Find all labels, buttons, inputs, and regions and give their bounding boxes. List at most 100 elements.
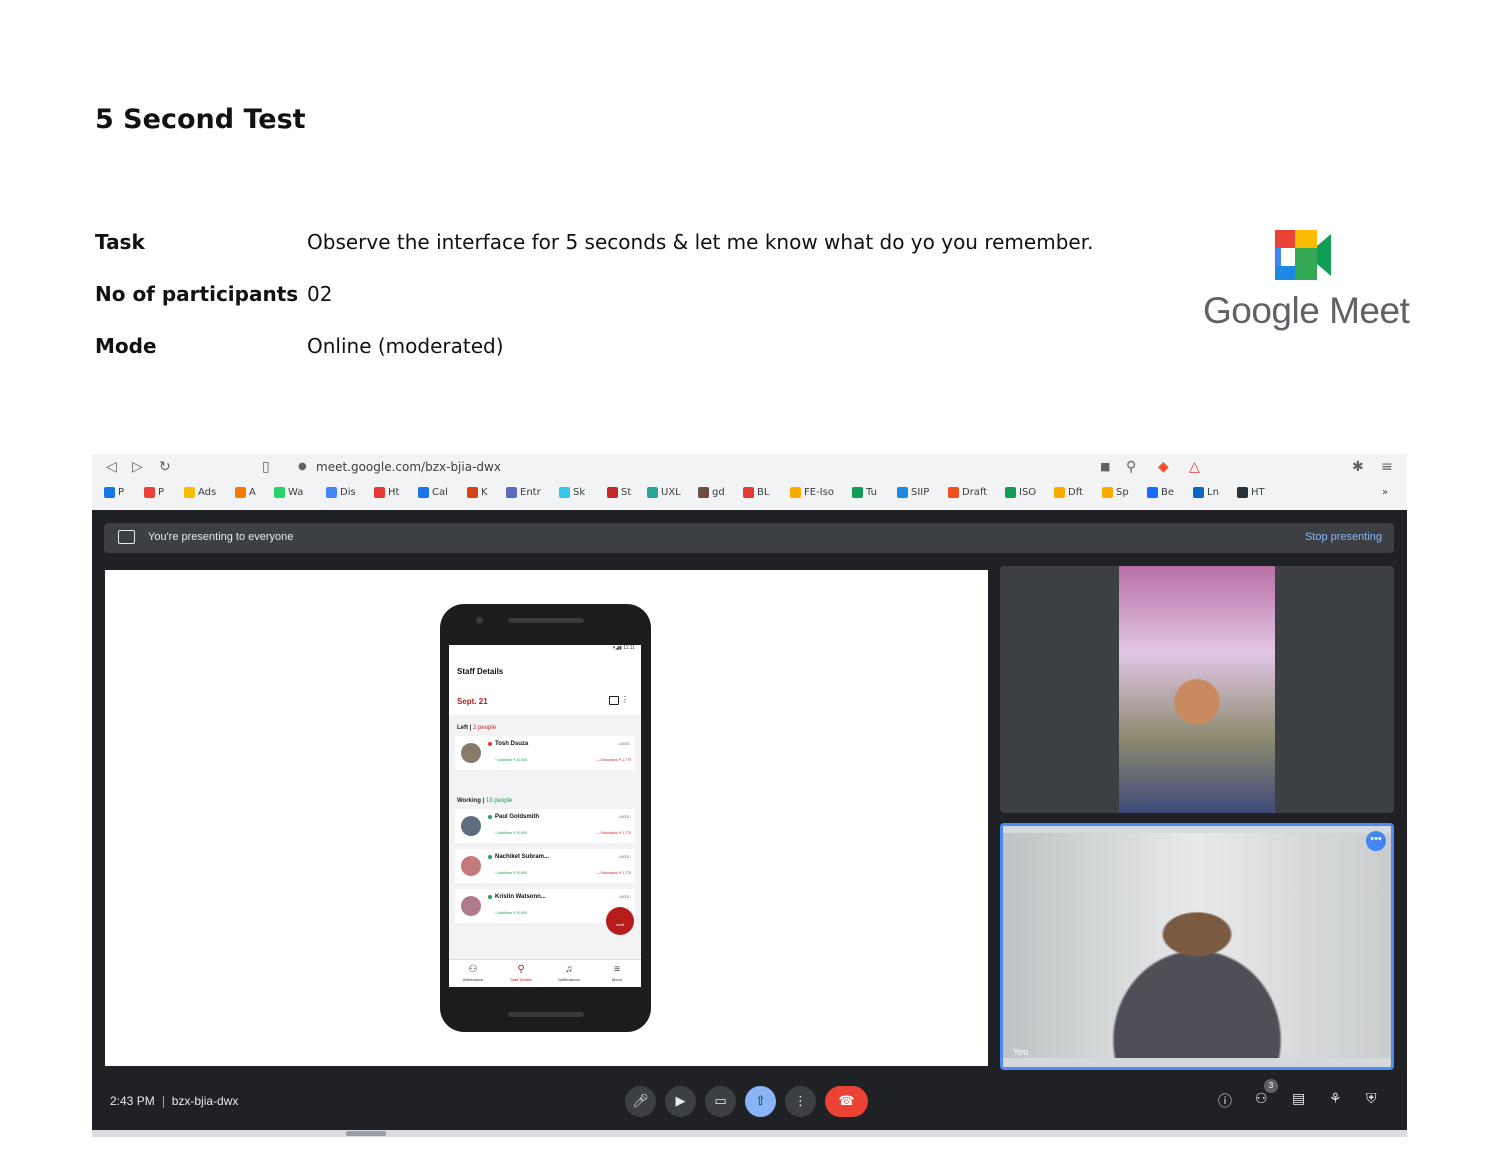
bookmarks-bar: P P Ads A Wa Dis Ht Cal K Entr Sk St UXL gd BL FE-Iso Tu… xyxy=(92,484,1407,506)
mic-button[interactable]: 🎤︎ xyxy=(625,1086,656,1117)
bookmark-item[interactable]: P xyxy=(104,487,124,498)
captions-button[interactable]: ▭ xyxy=(705,1086,736,1117)
deductions: — Deductions ₹ 1,775 xyxy=(596,831,631,835)
staff-name: Paul Goldsmith xyxy=(495,814,540,820)
more-options-button[interactable]: ⋮ xyxy=(785,1086,816,1117)
scrollbar-thumb[interactable] xyxy=(346,1131,386,1136)
reload-icon[interactable]: ↻ xyxy=(159,459,171,475)
bookmark-icon[interactable]: ▯ xyxy=(262,459,270,475)
bookmark-item[interactable]: Entr xyxy=(506,487,541,498)
chat-icon[interactable]: ▤ xyxy=(1292,1091,1305,1107)
bookmark-item[interactable]: St xyxy=(607,487,631,498)
status-dot xyxy=(488,855,492,859)
meet-camera-icon xyxy=(1275,230,1331,280)
bookmark-favicon-icon xyxy=(235,487,246,498)
more-vert-icon[interactable]: ⋮ xyxy=(621,695,629,704)
address-bar[interactable]: meet.google.com/bzx-bjia-dwx xyxy=(316,460,501,474)
more-options-icon[interactable]: ••• xyxy=(1366,831,1386,851)
bookmark-item[interactable]: A xyxy=(235,487,256,498)
tab-staff-details[interactable]: ⚲ Staff Details xyxy=(497,963,545,982)
tab-attendance[interactable]: ⚇ Attendance xyxy=(449,963,497,982)
staff-card[interactable]: Tosh Dsuza 10001 + Additions ₹ 20,000 — … xyxy=(455,736,635,770)
bookmark-label: Draft xyxy=(962,487,988,498)
self-tile[interactable]: ••• You xyxy=(1000,823,1394,1070)
staff-id: 10001 xyxy=(618,741,630,746)
participant-tile[interactable] xyxy=(1000,566,1394,813)
activities-icon[interactable]: ⚘ xyxy=(1329,1091,1342,1107)
bookmark-item[interactable]: ISO xyxy=(1005,487,1036,498)
presenting-text: You're presenting to everyone xyxy=(148,531,294,543)
present-button[interactable]: ⇧ xyxy=(745,1086,776,1117)
bookmark-favicon-icon xyxy=(467,487,478,498)
zoom-icon[interactable]: ⚲ xyxy=(1126,459,1136,475)
bookmark-item[interactable]: BL xyxy=(743,487,769,498)
app-date[interactable]: Sept. 21 xyxy=(457,697,488,706)
bookmark-item[interactable]: Be xyxy=(1147,487,1174,498)
bookmark-label: P xyxy=(118,487,125,498)
bookmark-item[interactable]: HT xyxy=(1237,487,1265,498)
left-label: Left | xyxy=(457,725,472,731)
bookmark-label: Sk xyxy=(573,487,586,498)
bookmark-item[interactable]: Ln xyxy=(1193,487,1219,498)
avatar xyxy=(461,856,481,876)
bookmark-item[interactable]: UXL xyxy=(647,487,681,498)
bookmark-favicon-icon xyxy=(418,487,429,498)
end-call-button[interactable]: ☎ xyxy=(825,1086,868,1117)
bookmark-label: Entr xyxy=(520,487,541,498)
brave-rewards-icon[interactable]: △ xyxy=(1189,459,1200,475)
bookmark-item[interactable]: Wa xyxy=(274,487,303,498)
bookmark-item[interactable]: Sp xyxy=(1102,487,1129,498)
bookmark-item[interactable]: P xyxy=(144,487,164,498)
tab-notifications[interactable]: ♫ Notifications xyxy=(545,963,593,982)
bookmark-item[interactable]: Dis xyxy=(326,487,356,498)
brave-shield-icon[interactable]: ◆ xyxy=(1158,459,1169,475)
avatar xyxy=(461,743,481,763)
person-add-icon: ⚲ xyxy=(517,964,525,975)
deductions: — Deductions ₹ 1,775 xyxy=(596,758,631,762)
bookmark-item[interactable]: gd xyxy=(698,487,725,498)
people-icon[interactable]: ⚇ xyxy=(1255,1091,1268,1107)
tab-menu[interactable]: ≡ Menu xyxy=(593,963,641,982)
forward-icon[interactable]: ▷ xyxy=(132,459,143,475)
bookmark-item[interactable]: Draft xyxy=(948,487,987,498)
staff-card[interactable]: Paul Goldsmith 10001 + Additions ₹ 20,00… xyxy=(455,809,635,843)
horizontal-scrollbar[interactable] xyxy=(92,1130,1407,1137)
participant-video xyxy=(1119,566,1275,813)
bookmark-item[interactable]: Dft xyxy=(1054,487,1083,498)
bookmark-item[interactable]: SIIP xyxy=(897,487,929,498)
info-icon[interactable]: ⓘ xyxy=(1218,1091,1232,1111)
extensions-icon[interactable]: ✱ xyxy=(1352,459,1364,475)
camera-button[interactable]: ▶ xyxy=(665,1086,696,1117)
bookmark-item[interactable]: Ads xyxy=(184,487,216,498)
bookmark-label: Ln xyxy=(1207,487,1219,498)
calendar-icon[interactable] xyxy=(609,696,619,705)
status-dot xyxy=(488,895,492,899)
working-label: Working | xyxy=(457,798,485,804)
bookmark-favicon-icon xyxy=(607,487,618,498)
bookmark-favicon-icon xyxy=(184,487,195,498)
bookmark-item[interactable]: Tu xyxy=(852,487,877,498)
people-icon: ⚇ xyxy=(468,964,478,975)
bookmark-favicon-icon xyxy=(1102,487,1113,498)
bookmark-item[interactable]: Sk xyxy=(559,487,585,498)
meeting-time: 2:43 PM xyxy=(110,1094,155,1108)
app-title: Staff Details xyxy=(457,667,504,676)
add-staff-button[interactable]: staff xyxy=(606,907,634,935)
bookmark-favicon-icon xyxy=(948,487,959,498)
tab-label: Notifications xyxy=(558,977,580,982)
staff-card[interactable]: Nachiket Subram... 10001 + Additions ₹ 2… xyxy=(455,849,635,883)
bookmark-item[interactable]: FE-Iso xyxy=(790,487,834,498)
menu-icon[interactable]: ≡ xyxy=(1381,459,1393,475)
bookmark-item[interactable]: Ht xyxy=(374,487,399,498)
left-count: 2 people xyxy=(473,725,497,731)
bookmark-item[interactable]: K xyxy=(467,487,488,498)
bookmark-label: P xyxy=(158,487,165,498)
bookmark-item[interactable]: Cal xyxy=(418,487,448,498)
back-icon[interactable]: ◁ xyxy=(106,459,117,475)
host-controls-icon[interactable]: ⛨ xyxy=(1366,1091,1377,1107)
camera-icon[interactable]: ■ xyxy=(1100,460,1110,473)
stop-presenting-button[interactable]: Stop presenting xyxy=(1305,531,1382,543)
page-title: 5 Second Test xyxy=(95,104,306,135)
phone-chin xyxy=(508,1012,584,1017)
bookmarks-more-button[interactable]: » xyxy=(1382,487,1388,498)
